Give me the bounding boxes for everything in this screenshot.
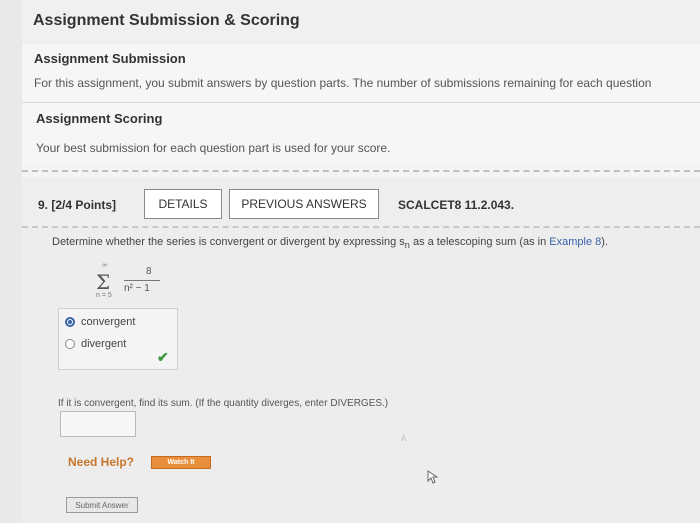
series-upper-limit: ∞ [102, 262, 107, 269]
submission-text: For this assignment, you submit answers … [34, 76, 652, 90]
example-link[interactable]: Example 8 [549, 236, 601, 248]
answer-choices: convergent divergent ✔ [58, 308, 178, 370]
page-title: Assignment Submission & Scoring [33, 12, 300, 29]
mouse-cursor-icon [427, 470, 439, 484]
scoring-text: Your best submission for each question p… [36, 141, 391, 155]
choice-convergent[interactable]: convergent [65, 316, 135, 328]
question-prompt: Determine whether the series is converge… [52, 236, 609, 251]
series-formula: ∞ Σ n = 5 8 n² − 1 [96, 262, 186, 302]
submit-answer-button[interactable]: Submit Answer [66, 497, 138, 513]
fraction-bar [124, 280, 160, 281]
divider [22, 102, 700, 103]
watch-it-button[interactable]: Watch It [151, 456, 211, 469]
sum-answer-input[interactable] [60, 411, 136, 437]
sigma-symbol: Σ [96, 270, 111, 294]
part2-prompt: If it is convergent, find its sum. (If t… [58, 398, 389, 409]
section-divider [22, 170, 700, 172]
header-bar: Assignment Submission & Scoring [22, 0, 700, 45]
details-button[interactable]: DETAILS [144, 189, 222, 219]
series-numerator: 8 [146, 266, 152, 277]
question-number: 9. [2/4 Points] [38, 198, 117, 212]
question-header: 9. [2/4 Points] DETAILS PREVIOUS ANSWERS… [22, 178, 700, 228]
series-lower-limit: n = 5 [96, 292, 112, 299]
check-icon: ✔ [157, 349, 169, 365]
info-panel: Assignment Submission For this assignmen… [22, 44, 700, 164]
previous-answers-button[interactable]: PREVIOUS ANSWERS [229, 189, 379, 219]
submission-heading: Assignment Submission [34, 51, 186, 66]
need-help-label: Need Help? [68, 455, 135, 469]
question-code: SCALCET8 11.2.043. [398, 198, 515, 212]
radio-unselected-icon[interactable] [65, 339, 75, 349]
series-denominator: n² − 1 [124, 283, 150, 294]
faint-mark: A [401, 434, 407, 443]
radio-selected-icon[interactable] [65, 317, 75, 327]
scoring-heading: Assignment Scoring [36, 111, 163, 126]
choice-divergent[interactable]: divergent [65, 338, 126, 350]
